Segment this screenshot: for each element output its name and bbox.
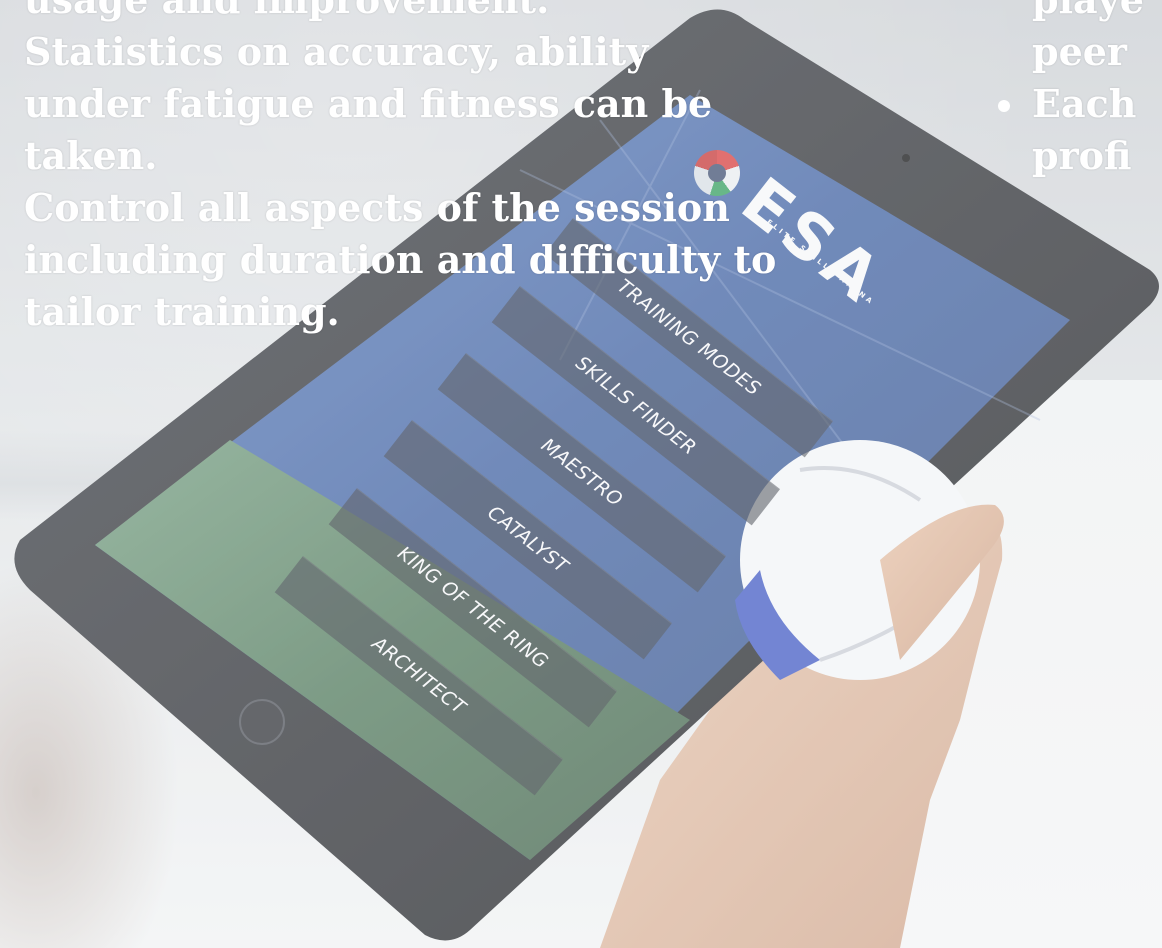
left-text-line: usage and improvement.	[24, 0, 864, 26]
left-text-block: usage and improvement. Statistics on acc…	[24, 0, 864, 338]
left-text-line: taken.	[24, 133, 158, 178]
right-text-line: playe	[1032, 0, 1162, 26]
bullet-icon	[998, 100, 1010, 112]
left-text-line: under fatigue and fitness can be	[24, 81, 713, 126]
left-text-line: including duration and difficulty to	[24, 237, 777, 282]
right-text-line: profi	[1032, 133, 1132, 178]
right-text-line: peer	[1032, 29, 1127, 74]
left-text-line: tailor training.	[24, 289, 340, 334]
right-text-line: Each	[998, 78, 1162, 130]
left-text-line: Statistics on accuracy, ability	[24, 29, 649, 74]
right-text-fragment: Each	[1032, 81, 1137, 126]
right-text-block: playe peer Each profi	[998, 0, 1162, 182]
left-text-line: Control all aspects of the session	[24, 185, 730, 230]
overlay-layer: usage and improvement. Statistics on acc…	[0, 0, 1162, 948]
